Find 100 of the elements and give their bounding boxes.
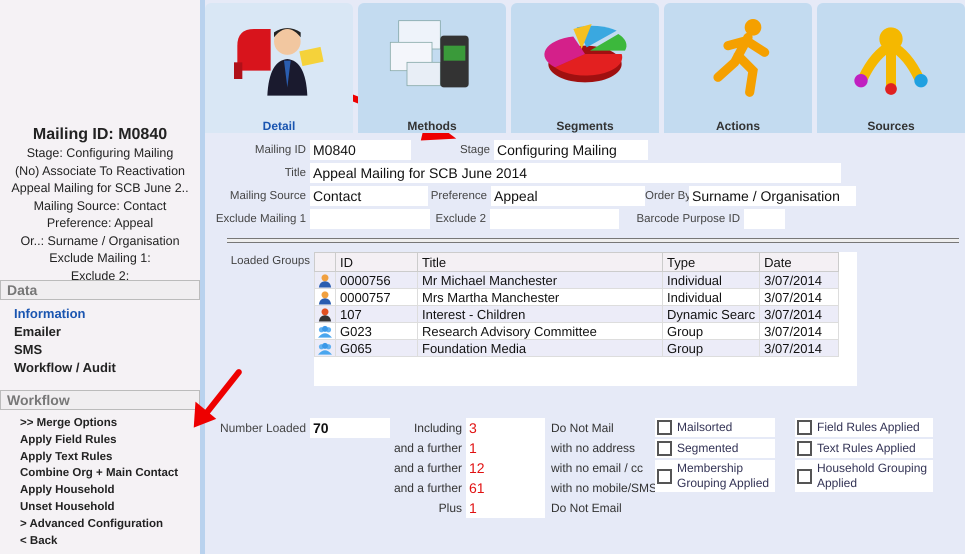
table-cell: G065 (336, 340, 418, 356)
input-field[interactable] (310, 209, 430, 229)
input-field[interactable]: Appeal Mailing for SCB June 2014 (310, 163, 841, 183)
person-icon (318, 272, 332, 288)
field-label: Stage (458, 144, 490, 156)
sidebar-link[interactable]: < Back (20, 532, 58, 550)
table-cell: Mr Michael Manchester (418, 272, 662, 288)
field-label: Number Loaded (218, 420, 306, 437)
table-cell: Dynamic Searc (662, 306, 760, 322)
table-cell: Individual (662, 272, 760, 288)
summary-line: (No) Associate To Reactivation (14, 162, 186, 180)
checkbox-icon[interactable] (797, 420, 812, 435)
sidebar-link[interactable]: Apply Field Rules (20, 432, 116, 449)
tab[interactable]: Actions (664, 3, 812, 133)
sidebar-link[interactable]: Emailer (14, 323, 61, 341)
count-note: with no email / cc (550, 461, 644, 475)
input-field[interactable]: Contact (310, 186, 428, 206)
checkbox-icon[interactable] (657, 468, 672, 484)
field-label: Exclude 2 (434, 213, 486, 225)
summary-line: Appeal Mailing for SCB June 2.. (10, 180, 190, 197)
checkbox-icon[interactable] (657, 441, 672, 456)
table-cell: 3/07/2014 (760, 288, 839, 306)
sidebar-link[interactable]: Workflow / Audit (14, 359, 116, 377)
checkbox[interactable]: Household Grouping Applied (795, 460, 933, 492)
count-note: Do Not Email (550, 501, 623, 515)
field-label: Exclude Mailing 1 (214, 213, 306, 225)
input-field[interactable]: 70 (310, 418, 390, 438)
sidebar-link[interactable]: Unset Household (20, 498, 115, 516)
field-label: Mailing ID (254, 144, 306, 156)
column-header: ID (336, 252, 418, 272)
tab[interactable]: Detail (205, 3, 353, 133)
input-field[interactable]: 1 (466, 498, 545, 518)
summary-line: Or..: Surname / Organisation (19, 232, 181, 250)
table-cell: 3/07/2014 (760, 322, 839, 340)
field-label: and a further (392, 481, 462, 495)
input-field[interactable]: Surname / Organisation (689, 186, 856, 206)
table-cell: 3/07/2014 (760, 306, 839, 322)
sidebar-link[interactable]: SMS (14, 341, 42, 359)
field-label: Barcode Purpose ID (635, 213, 740, 225)
sidebar-link[interactable]: Apply Household (20, 482, 115, 499)
table-cell: 0000757 (336, 288, 418, 306)
input-field[interactable]: Configuring Mailing (494, 140, 648, 160)
field-label: Mailing Source (228, 190, 306, 202)
section-header: Workflow (0, 390, 200, 410)
field-label: Plus (438, 501, 462, 515)
mailing-title: Mailing ID: M0840 (32, 125, 168, 145)
group-icon (318, 340, 332, 356)
table-cell: Foundation Media (418, 340, 662, 356)
column-header: Type (662, 252, 760, 272)
table-cell: Group (662, 322, 760, 340)
checkbox[interactable]: Segmented (655, 439, 775, 458)
table-cell: Individual (662, 288, 760, 306)
input-field[interactable] (490, 209, 619, 229)
input-field[interactable]: 1 (466, 438, 545, 458)
field-label: Including (412, 421, 462, 435)
checkbox[interactable]: Membership Grouping Applied (655, 460, 775, 492)
tab[interactable]: Sources (817, 3, 965, 133)
summary-line: Mailing Source: Contact (32, 198, 168, 215)
input-field[interactable]: 12 (466, 458, 545, 478)
input-field[interactable]: M0840 (310, 140, 411, 160)
tab[interactable]: Methods (358, 3, 506, 133)
input-field[interactable] (744, 209, 785, 229)
sidebar-link[interactable]: > Advanced Configuration (20, 516, 164, 533)
input-field[interactable]: 61 (466, 478, 545, 498)
checkbox-icon[interactable] (797, 441, 812, 456)
table-cell: Mrs Martha Manchester (418, 288, 662, 306)
sidebar-link[interactable]: >> Merge Options (20, 415, 118, 432)
table-cell: Interest - Children (418, 306, 662, 322)
field-label: and a further (392, 441, 462, 455)
person-icon (318, 290, 332, 304)
checkbox-icon[interactable] (657, 420, 672, 435)
table-cell: G023 (336, 322, 418, 340)
input-field[interactable]: 3 (466, 418, 545, 438)
table-cell: 3/07/2014 (760, 340, 839, 356)
table-cell: 107 (336, 306, 418, 322)
field-label: and a further (392, 461, 462, 475)
tab[interactable]: Segments (511, 3, 659, 133)
count-note: with no mobile/SMS (550, 481, 655, 495)
table-cell: Research Advisory Committee (418, 322, 662, 340)
checkbox[interactable]: Field Rules Applied (795, 418, 933, 437)
summary-line: Preference: Appeal (46, 215, 154, 232)
section-header: Data (0, 280, 200, 300)
count-note: Do Not Mail (550, 421, 615, 435)
input-field[interactable]: Appeal (491, 186, 645, 206)
sidebar-link[interactable]: Information (14, 305, 86, 323)
sidebar-link[interactable]: Apply Text Rules (20, 448, 112, 466)
summary-line: Stage: Configuring Mailing (26, 145, 174, 162)
field-label: Preference (430, 190, 487, 202)
table-cell: 0000756 (336, 272, 418, 288)
count-note: with no address (550, 441, 636, 455)
checkbox[interactable]: Mailsorted (655, 418, 775, 437)
field-label: Title (284, 167, 306, 179)
column-header: Title (418, 252, 662, 272)
column-header: Date (760, 252, 839, 272)
table-cell: Group (662, 340, 760, 356)
field-label: Loaded Groups (230, 254, 310, 267)
checkbox[interactable]: Text Rules Applied (795, 439, 933, 458)
checkbox-icon[interactable] (797, 468, 812, 484)
group-icon (318, 324, 332, 338)
sidebar-link[interactable]: Combine Org + Main Contact (20, 465, 178, 482)
